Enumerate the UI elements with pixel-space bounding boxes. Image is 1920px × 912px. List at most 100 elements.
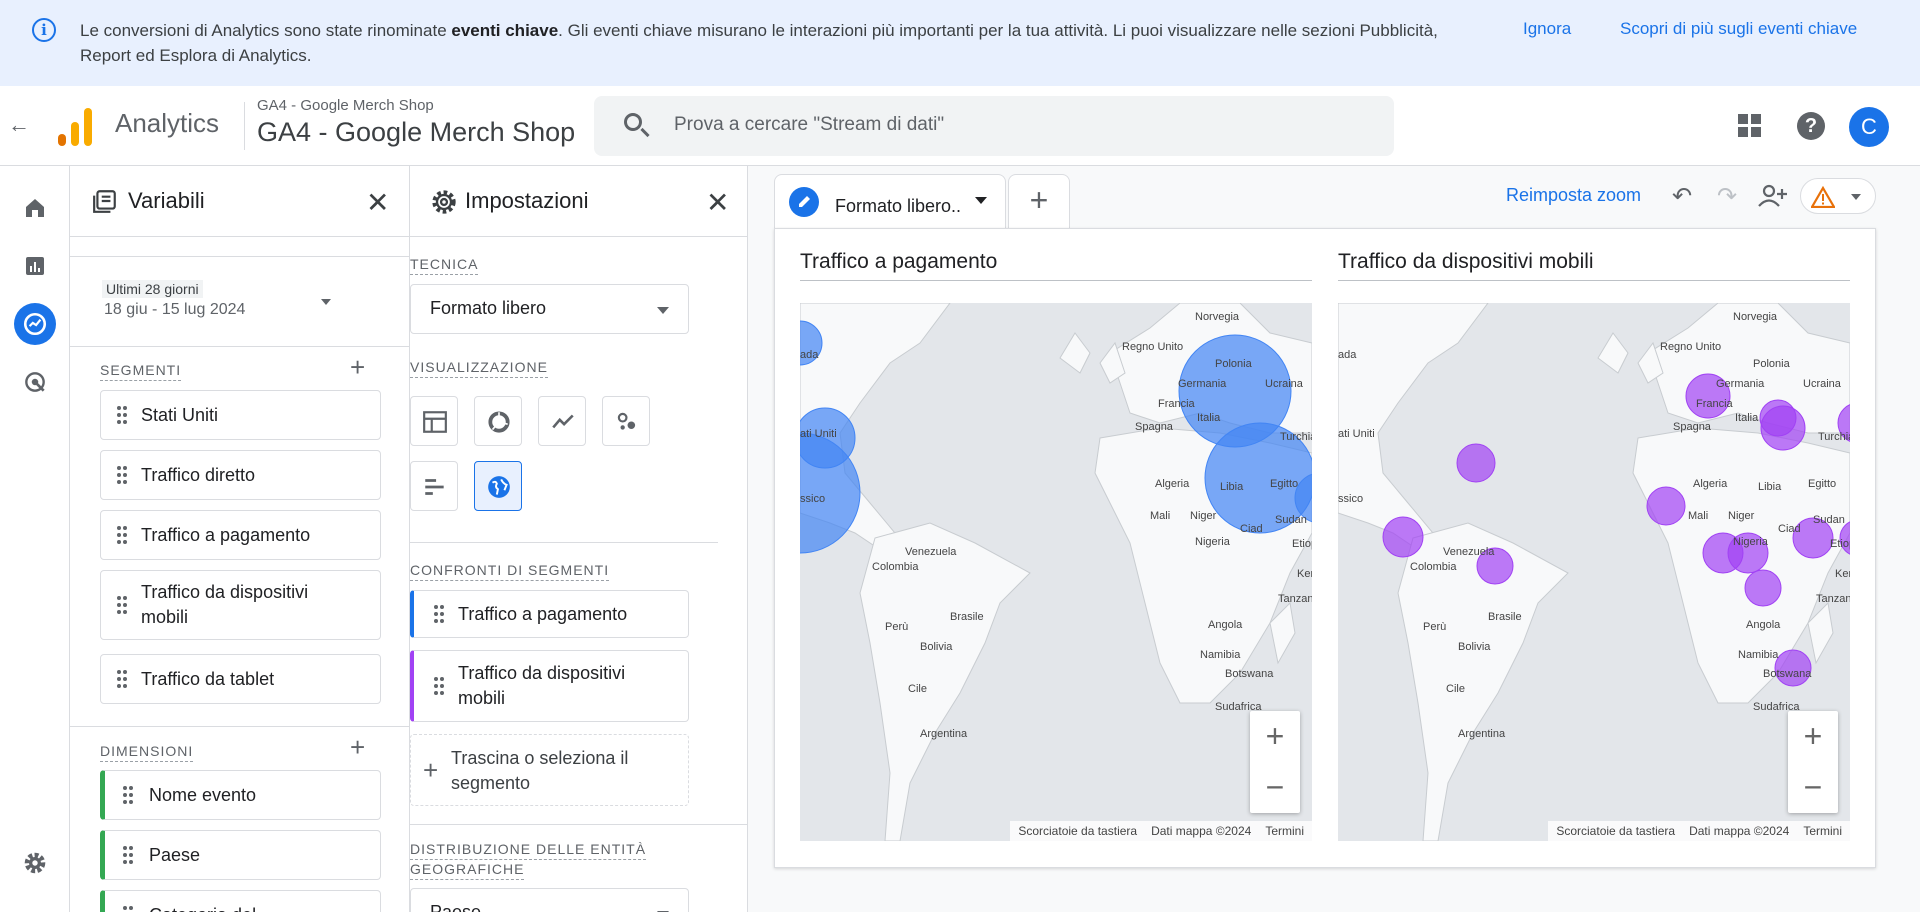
drag-handle-icon[interactable] xyxy=(117,596,127,614)
donut-viz-button[interactable] xyxy=(474,396,522,446)
country-label: Bolivia xyxy=(920,641,953,653)
variables-icon xyxy=(93,190,116,213)
reports-icon[interactable] xyxy=(14,245,56,287)
add-comparison-dropzone[interactable]: + Trascina o seleziona il segmento xyxy=(410,734,689,806)
segment-label: Traffico da dispositivi mobili xyxy=(141,582,309,627)
share-users-icon[interactable] xyxy=(1756,182,1790,210)
property-name[interactable]: GA4 - Google Merch Shop xyxy=(257,117,575,148)
segment-chip[interactable]: Traffico a pagamento xyxy=(100,510,381,560)
zoom-out-button[interactable]: − xyxy=(1250,762,1300,813)
zoom-in-button[interactable]: + xyxy=(1788,711,1838,762)
geo-map-viz-button[interactable] xyxy=(474,461,522,511)
settings-gear-icon[interactable] xyxy=(14,842,56,884)
country-label: Colombia xyxy=(872,561,919,573)
attribution-link[interactable]: Termini xyxy=(1265,824,1304,838)
search-icon xyxy=(624,113,642,131)
scatter-viz-button[interactable] xyxy=(602,396,650,446)
redo-icon[interactable]: ↷ xyxy=(1717,182,1737,211)
search-placeholder[interactable]: Prova a cercare "Stream di dati" xyxy=(674,114,944,136)
reset-zoom-button[interactable]: Reimposta zoom xyxy=(1506,185,1641,206)
country-label: Egitto xyxy=(1808,478,1837,490)
back-arrow-icon[interactable]: ← xyxy=(8,112,30,138)
segment-chip[interactable]: Traffico da tablet xyxy=(100,654,381,704)
drag-handle-icon[interactable] xyxy=(123,846,133,864)
chevron-down-icon xyxy=(657,307,669,314)
apps-grid-icon[interactable] xyxy=(1738,114,1762,138)
date-preset-label: Ultimi 28 giorni xyxy=(102,280,203,298)
dropzone-label: Trascina o seleziona il segmento xyxy=(451,748,629,793)
add-segment-icon[interactable]: + xyxy=(350,352,365,383)
comparison-chip[interactable]: Traffico da dispositivi mobili xyxy=(410,650,689,722)
country-label: Spagna xyxy=(1135,421,1173,433)
learn-more-link[interactable]: Scopri di più sugli eventi chiave xyxy=(1620,19,1857,39)
data-bubble[interactable] xyxy=(1646,486,1686,526)
country-label: ssico xyxy=(800,493,826,505)
help-icon[interactable]: ? xyxy=(1797,112,1825,140)
segment-chip[interactable]: Traffico da dispositivi mobili xyxy=(100,570,381,640)
tab-freeform[interactable]: Formato libero.. xyxy=(774,174,1006,228)
attribution-link[interactable]: Dati mappa ©2024 xyxy=(1689,824,1789,838)
add-icon: + xyxy=(423,755,439,785)
search-bar[interactable]: Prova a cercare "Stream di dati" xyxy=(594,96,1394,156)
undo-icon[interactable]: ↶ xyxy=(1672,182,1692,211)
dimension-chip[interactable]: Paese xyxy=(100,830,381,880)
date-dropdown-icon[interactable] xyxy=(321,299,331,305)
data-bubble[interactable] xyxy=(1744,569,1782,607)
geo-select[interactable]: Paese xyxy=(410,888,689,912)
zoom-out-button[interactable]: − xyxy=(1788,762,1838,813)
data-bubble[interactable] xyxy=(1456,443,1496,483)
tab-dropdown-icon[interactable] xyxy=(975,197,987,204)
divider xyxy=(410,236,747,237)
country-label: Cile xyxy=(908,683,927,695)
banner-bold-text: eventi chiave xyxy=(451,21,559,40)
tab-label: Formato libero.. xyxy=(835,196,962,216)
dimension-chip[interactable]: Categoria del xyxy=(100,890,381,912)
close-variables-icon[interactable]: ✕ xyxy=(366,186,389,219)
drag-handle-icon[interactable] xyxy=(117,466,127,484)
attribution-link[interactable]: Scorciatoie da tastiera xyxy=(1556,824,1675,838)
bar-viz-button[interactable] xyxy=(410,461,458,511)
add-dimension-icon[interactable]: + xyxy=(350,732,365,763)
land-shape xyxy=(1597,332,1629,374)
date-range[interactable]: 18 giu - 15 lug 2024 xyxy=(104,301,245,319)
geo-map-paid[interactable]: Norvegia Regno Unito Polonia Germania Ucrain… xyxy=(800,303,1312,841)
drag-handle-icon[interactable] xyxy=(434,605,444,623)
divider xyxy=(70,346,409,347)
geo-map-mobile[interactable]: Norvegia Regno Unito Polonia Germania Ucrain… xyxy=(1338,303,1850,841)
data-bubble[interactable] xyxy=(1382,516,1424,558)
dimension-chip[interactable]: Nome evento xyxy=(100,770,381,820)
attribution-link[interactable]: Scorciatoie da tastiera xyxy=(1018,824,1137,838)
analytics-logo xyxy=(58,106,94,146)
drag-handle-icon[interactable] xyxy=(117,526,127,544)
attribution-link[interactable]: Termini xyxy=(1803,824,1842,838)
avatar[interactable]: C xyxy=(1849,107,1889,147)
explore-icon[interactable] xyxy=(14,303,56,345)
add-tab-button[interactable]: + xyxy=(1008,174,1070,228)
segment-chip[interactable]: Traffico diretto xyxy=(100,450,381,500)
line-viz-button[interactable] xyxy=(538,396,586,446)
country-label: Spagna xyxy=(1673,421,1711,433)
data-bubble[interactable] xyxy=(1760,405,1806,451)
zoom-in-button[interactable]: + xyxy=(1250,711,1300,762)
home-icon[interactable] xyxy=(14,187,56,229)
drag-handle-icon[interactable] xyxy=(434,677,444,695)
drag-handle-icon[interactable] xyxy=(123,786,133,804)
advertising-icon[interactable] xyxy=(14,361,56,403)
notification-banner: i Le conversioni di Analytics sono state… xyxy=(0,0,1920,86)
attribution-link[interactable]: Dati mappa ©2024 xyxy=(1151,824,1251,838)
table-viz-button[interactable] xyxy=(410,396,458,446)
dimensions-label: DIMENSIONI xyxy=(100,743,194,762)
close-settings-icon[interactable]: ✕ xyxy=(706,186,729,219)
dismiss-link[interactable]: Ignora xyxy=(1523,19,1571,39)
account-name[interactable]: GA4 - Google Merch Shop xyxy=(257,97,434,114)
segment-chip[interactable]: Stati Uniti xyxy=(100,390,381,440)
comparison-chip[interactable]: Traffico a pagamento xyxy=(410,590,689,638)
drag-handle-icon[interactable] xyxy=(123,906,133,912)
drag-handle-icon[interactable] xyxy=(117,406,127,424)
pencil-icon[interactable] xyxy=(789,187,819,217)
warning-menu-button[interactable] xyxy=(1800,178,1876,214)
drag-handle-icon[interactable] xyxy=(117,670,127,688)
technique-select[interactable]: Formato libero xyxy=(410,284,689,334)
country-label: Norvegia xyxy=(1733,311,1778,323)
country-label: Etiop xyxy=(1292,538,1312,550)
